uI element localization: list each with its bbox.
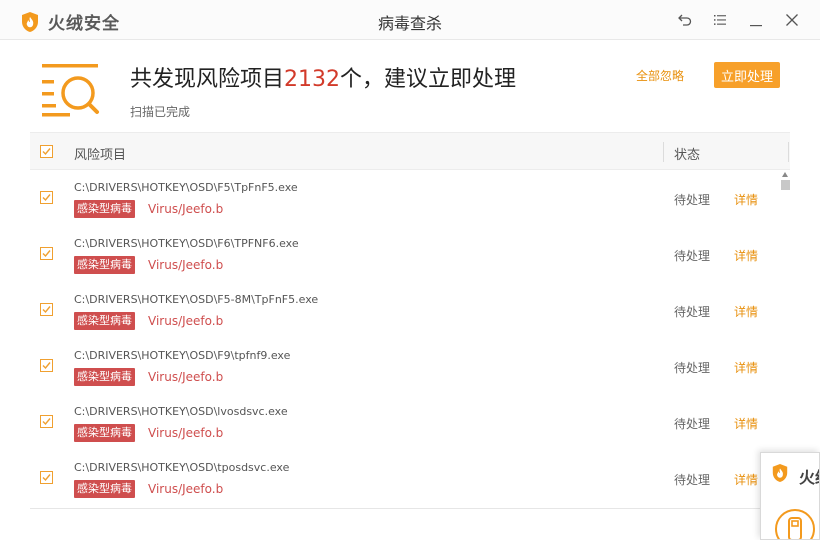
flame-shield-icon [772, 464, 788, 482]
close-icon [786, 14, 798, 26]
handle-now-button[interactable]: 立即处理 [714, 62, 780, 88]
row-checkbox[interactable] [40, 359, 53, 372]
checkbox-checked-icon [42, 362, 51, 370]
checkbox-checked-icon [42, 250, 51, 258]
threat-type-badge: 感染型病毒 [74, 480, 135, 498]
detail-link[interactable]: 详情 [734, 415, 758, 432]
close-button[interactable] [781, 9, 803, 31]
virus-name: Virus/Jeefo.b [148, 370, 224, 384]
file-path: C:\DRIVERS\HOTKEY\OSD\F6\TPFNF6.exe [74, 237, 299, 250]
virus-name: Virus/Jeefo.b [148, 314, 224, 328]
file-path: C:\DRIVERS\HOTKEY\OSD\lvosdsvc.exe [74, 405, 288, 418]
table-row: C:\DRIVERS\HOTKEY\OSD\F9\tpfnf9.exe 感染型病… [30, 339, 770, 395]
risk-list: C:\DRIVERS\HOTKEY\OSD\F5\TpFnF5.exe 感染型病… [30, 171, 790, 509]
checkbox-checked-icon [42, 148, 51, 156]
threat-type-badge: 感染型病毒 [74, 312, 135, 330]
status-text: 待处理 [674, 193, 711, 207]
virus-name: Virus/Jeefo.b [148, 202, 224, 216]
threat-type-badge: 感染型病毒 [74, 200, 135, 218]
threat-type-badge: 感染型病毒 [74, 256, 135, 274]
table-row: C:\DRIVERS\HOTKEY\OSD\F5\TpFnF5.exe 感染型病… [30, 171, 770, 227]
file-path: C:\DRIVERS\HOTKEY\OSD\F5-8M\TpFnF5.exe [74, 293, 319, 306]
row-checkbox[interactable] [40, 303, 53, 316]
usb-drive-icon [775, 509, 815, 539]
headline-prefix: 共发现风险项目 [130, 67, 285, 92]
status-text: 待处理 [674, 417, 711, 431]
column-divider [663, 142, 664, 162]
virus-name: Virus/Jeefo.b [148, 258, 224, 272]
threat-type-badge: 感染型病毒 [74, 424, 135, 442]
column-divider [788, 142, 789, 162]
virus-name: Virus/Jeefo.b [148, 426, 224, 440]
scan-status: 扫描已完成 [130, 105, 191, 119]
column-header-status: 状态 [674, 148, 701, 163]
table-row: C:\DRIVERS\HOTKEY\OSD\F5-8M\TpFnF5.exe 感… [30, 283, 770, 339]
checkbox-checked-icon [42, 418, 51, 426]
window-title: 病毒查杀 [377, 14, 442, 33]
virus-name: Virus/Jeefo.b [148, 482, 224, 496]
title-bar: 火绒安全 病毒查杀 [0, 0, 820, 40]
back-button[interactable] [674, 9, 696, 31]
minimize-button[interactable] [745, 9, 767, 31]
table-header: 风险项目 状态 [30, 132, 790, 170]
status-text: 待处理 [674, 361, 711, 375]
scroll-thumb[interactable] [781, 180, 790, 190]
row-checkbox[interactable] [40, 471, 53, 484]
row-checkbox[interactable] [40, 415, 53, 428]
detail-link[interactable]: 详情 [734, 247, 758, 264]
ignore-all-link[interactable]: 全部忽略 [636, 67, 684, 84]
menu-button[interactable] [709, 9, 731, 31]
status-text: 待处理 [674, 473, 711, 487]
checkbox-checked-icon [42, 306, 51, 314]
detail-link[interactable]: 详情 [734, 359, 758, 376]
row-checkbox[interactable] [40, 191, 53, 204]
scan-document-magnifier-icon [42, 64, 99, 117]
threat-type-badge: 感染型病毒 [74, 368, 135, 386]
detail-link[interactable]: 详情 [734, 191, 758, 208]
row-checkbox[interactable] [40, 247, 53, 260]
usb-notification-popup[interactable]: 火绒 [760, 452, 820, 540]
minimize-icon [750, 25, 762, 27]
table-row: C:\DRIVERS\HOTKEY\OSD\F6\TPFNF6.exe 感染型病… [30, 227, 770, 283]
detail-link[interactable]: 详情 [734, 471, 758, 488]
scroll-up-arrow-icon[interactable] [782, 172, 788, 177]
file-path: C:\DRIVERS\HOTKEY\OSD\tposdsvc.exe [74, 461, 290, 474]
checkbox-checked-icon [42, 474, 51, 482]
checkbox-checked-icon [42, 194, 51, 202]
column-header-risk: 风险项目 [74, 148, 127, 163]
table-row: C:\DRIVERS\HOTKEY\OSD\lvosdsvc.exe 感染型病毒… [30, 395, 770, 451]
status-text: 待处理 [674, 249, 711, 263]
back-arrow-icon [678, 14, 692, 26]
menu-list-icon [714, 15, 726, 25]
detail-link[interactable]: 详情 [734, 303, 758, 320]
select-all-checkbox[interactable] [40, 145, 53, 158]
file-path: C:\DRIVERS\HOTKEY\OSD\F5\TpFnF5.exe [74, 181, 298, 194]
headline-suffix: 个，建议立即处理 [340, 67, 517, 92]
popup-brand: 火绒 [799, 468, 819, 487]
risk-count: 2132 [284, 67, 341, 92]
table-row: C:\DRIVERS\HOTKEY\OSD\tposdsvc.exe 感染型病毒… [30, 451, 770, 507]
risk-headline: 共发现风险项目2132个，建议立即处理 [130, 61, 516, 93]
status-text: 待处理 [674, 305, 711, 319]
file-path: C:\DRIVERS\HOTKEY\OSD\F9\tpfnf9.exe [74, 349, 291, 362]
